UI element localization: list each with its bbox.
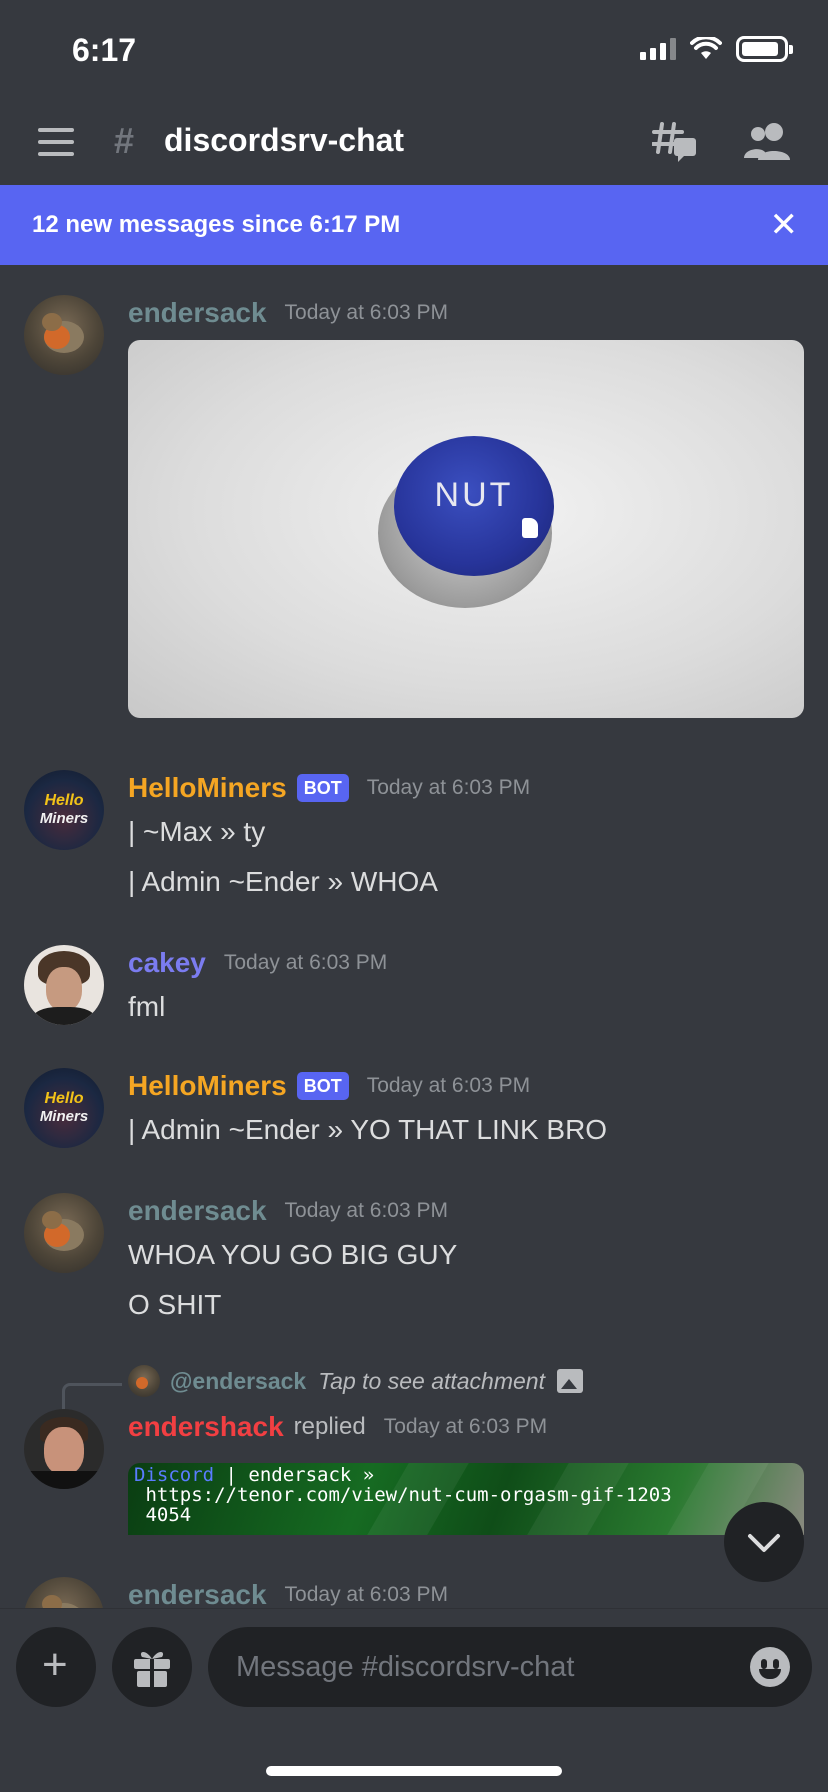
status-bar: 6:17: [0, 0, 828, 100]
username[interactable]: endersack: [128, 1195, 267, 1227]
message: Hello Miners HelloMiners BOT Today at 6:…: [0, 1068, 828, 1158]
avatar-text: Hello: [44, 1090, 84, 1107]
username[interactable]: endershack: [128, 1411, 284, 1443]
new-messages-text: 12 new messages since 6:17 PM: [32, 211, 401, 238]
message-header: cakey Today at 6:03 PM: [128, 947, 387, 979]
username[interactable]: HelloMiners: [128, 1070, 287, 1102]
gif-button-label: NUT: [434, 476, 514, 514]
button-shine: [522, 518, 538, 538]
message-input[interactable]: [236, 1645, 716, 1689]
timestamp: Today at 6:03 PM: [223, 951, 388, 974]
bot-badge: BOT: [296, 774, 349, 802]
message: endersack Today at 6:03 PM: [0, 1577, 828, 1610]
message: endersack Today at 6:03 PM WHOA YOU GO B…: [0, 1193, 828, 1333]
replied-label: replied: [293, 1413, 366, 1440]
reply-reference[interactable]: @endersack Tap to see attachment: [128, 1365, 583, 1397]
timestamp: Today at 6:03 PM: [366, 1074, 531, 1097]
timestamp: Today at 6:03 PM: [284, 301, 448, 324]
members-icon[interactable]: [744, 120, 792, 164]
avatar-text: Miners: [39, 810, 89, 827]
message: Hello Miners HelloMiners BOT Today at 6:…: [0, 770, 828, 900]
avatar[interactable]: [24, 945, 104, 1025]
message: cakey Today at 6:03 PM fml: [0, 945, 828, 1035]
message-header: HelloMiners BOT Today at 6:03 PM: [128, 1070, 530, 1102]
home-indicator: [266, 1766, 562, 1776]
reply-avatar: [128, 1365, 160, 1397]
username[interactable]: endersack: [128, 1579, 267, 1610]
wifi-icon: [690, 37, 722, 59]
avatar-text: Hello: [44, 792, 84, 809]
new-messages-bar[interactable]: 12 new messages since 6:17 PM ✕: [0, 185, 828, 265]
gif-embed[interactable]: NUT: [128, 340, 804, 718]
message-text: | Admin ~Ender » WHOA: [128, 866, 438, 897]
avatar[interactable]: [24, 1577, 104, 1610]
message-text: | Admin ~Ender » YO THAT LINK BRO: [128, 1114, 608, 1145]
status-icons: [640, 36, 793, 62]
timestamp: Today at 6:03 PM: [366, 776, 531, 799]
avatar-text: Miners: [39, 1108, 89, 1125]
message-header: endersack Today at 6:03 PM: [128, 1579, 448, 1610]
message-text: | ~Max » ty: [128, 816, 266, 847]
message-header: endersack Today at 6:03 PM: [128, 297, 448, 329]
channel-header: # discordsrv-chat: [0, 100, 828, 184]
image-icon: [556, 1369, 583, 1393]
message: endersack Today at 6:03 PM NUT: [0, 295, 828, 718]
chevron-down-icon: [748, 1534, 780, 1552]
avatar[interactable]: [24, 1409, 104, 1489]
username[interactable]: endersack: [128, 297, 267, 329]
channel-hash-icon: #: [114, 120, 135, 161]
embed-text: Discord | endersack » https://tenor.com/…: [134, 1464, 672, 1526]
timestamp: Today at 6:03 PM: [383, 1415, 548, 1438]
message-text: WHOA YOU GO BIG GUY: [128, 1239, 458, 1270]
reply-preview-text[interactable]: Tap to see attachment: [318, 1368, 545, 1395]
message-composer: +: [0, 1608, 828, 1792]
emoji-icon[interactable]: [750, 1647, 790, 1687]
avatar[interactable]: [24, 295, 104, 375]
image-embed[interactable]: Discord | endersack » https://tenor.com/…: [128, 1463, 804, 1535]
battery-icon: [736, 36, 793, 62]
reply-username[interactable]: @endersack: [170, 1368, 306, 1395]
cellular-signal-icon: [640, 38, 676, 60]
threads-icon[interactable]: [652, 118, 698, 164]
reply-message: @endersack Tap to see attachment endersh…: [0, 1365, 828, 1565]
add-attachment-button[interactable]: +: [16, 1627, 96, 1707]
timestamp: Today at 6:03 PM: [284, 1583, 448, 1606]
jump-to-present-button[interactable]: [724, 1502, 804, 1582]
message-text: fml: [128, 991, 166, 1022]
username[interactable]: HelloMiners: [128, 772, 287, 804]
channel-name[interactable]: discordsrv-chat: [164, 122, 404, 159]
message-text: O SHIT: [128, 1289, 222, 1320]
gift-button[interactable]: [112, 1627, 192, 1707]
avatar[interactable]: [24, 1193, 104, 1273]
message-header: HelloMiners BOT Today at 6:03 PM: [128, 772, 530, 804]
menu-icon[interactable]: [38, 128, 74, 156]
bot-badge: BOT: [296, 1072, 349, 1100]
message-input-container[interactable]: [208, 1627, 812, 1707]
avatar[interactable]: Hello Miners: [24, 770, 104, 850]
avatar[interactable]: Hello Miners: [24, 1068, 104, 1148]
close-icon[interactable]: ✕: [770, 205, 799, 245]
message-header: endersack Today at 6:03 PM: [128, 1195, 448, 1227]
timestamp: Today at 6:03 PM: [284, 1199, 448, 1222]
plus-icon: +: [42, 1640, 68, 1689]
status-time: 6:17: [72, 32, 137, 68]
username[interactable]: cakey: [128, 947, 206, 979]
message-header: endershack replied Today at 6:03 PM: [128, 1411, 547, 1443]
gift-icon: [134, 1652, 170, 1687]
message-list[interactable]: endersack Today at 6:03 PM NUT Hello Min…: [0, 265, 828, 1610]
